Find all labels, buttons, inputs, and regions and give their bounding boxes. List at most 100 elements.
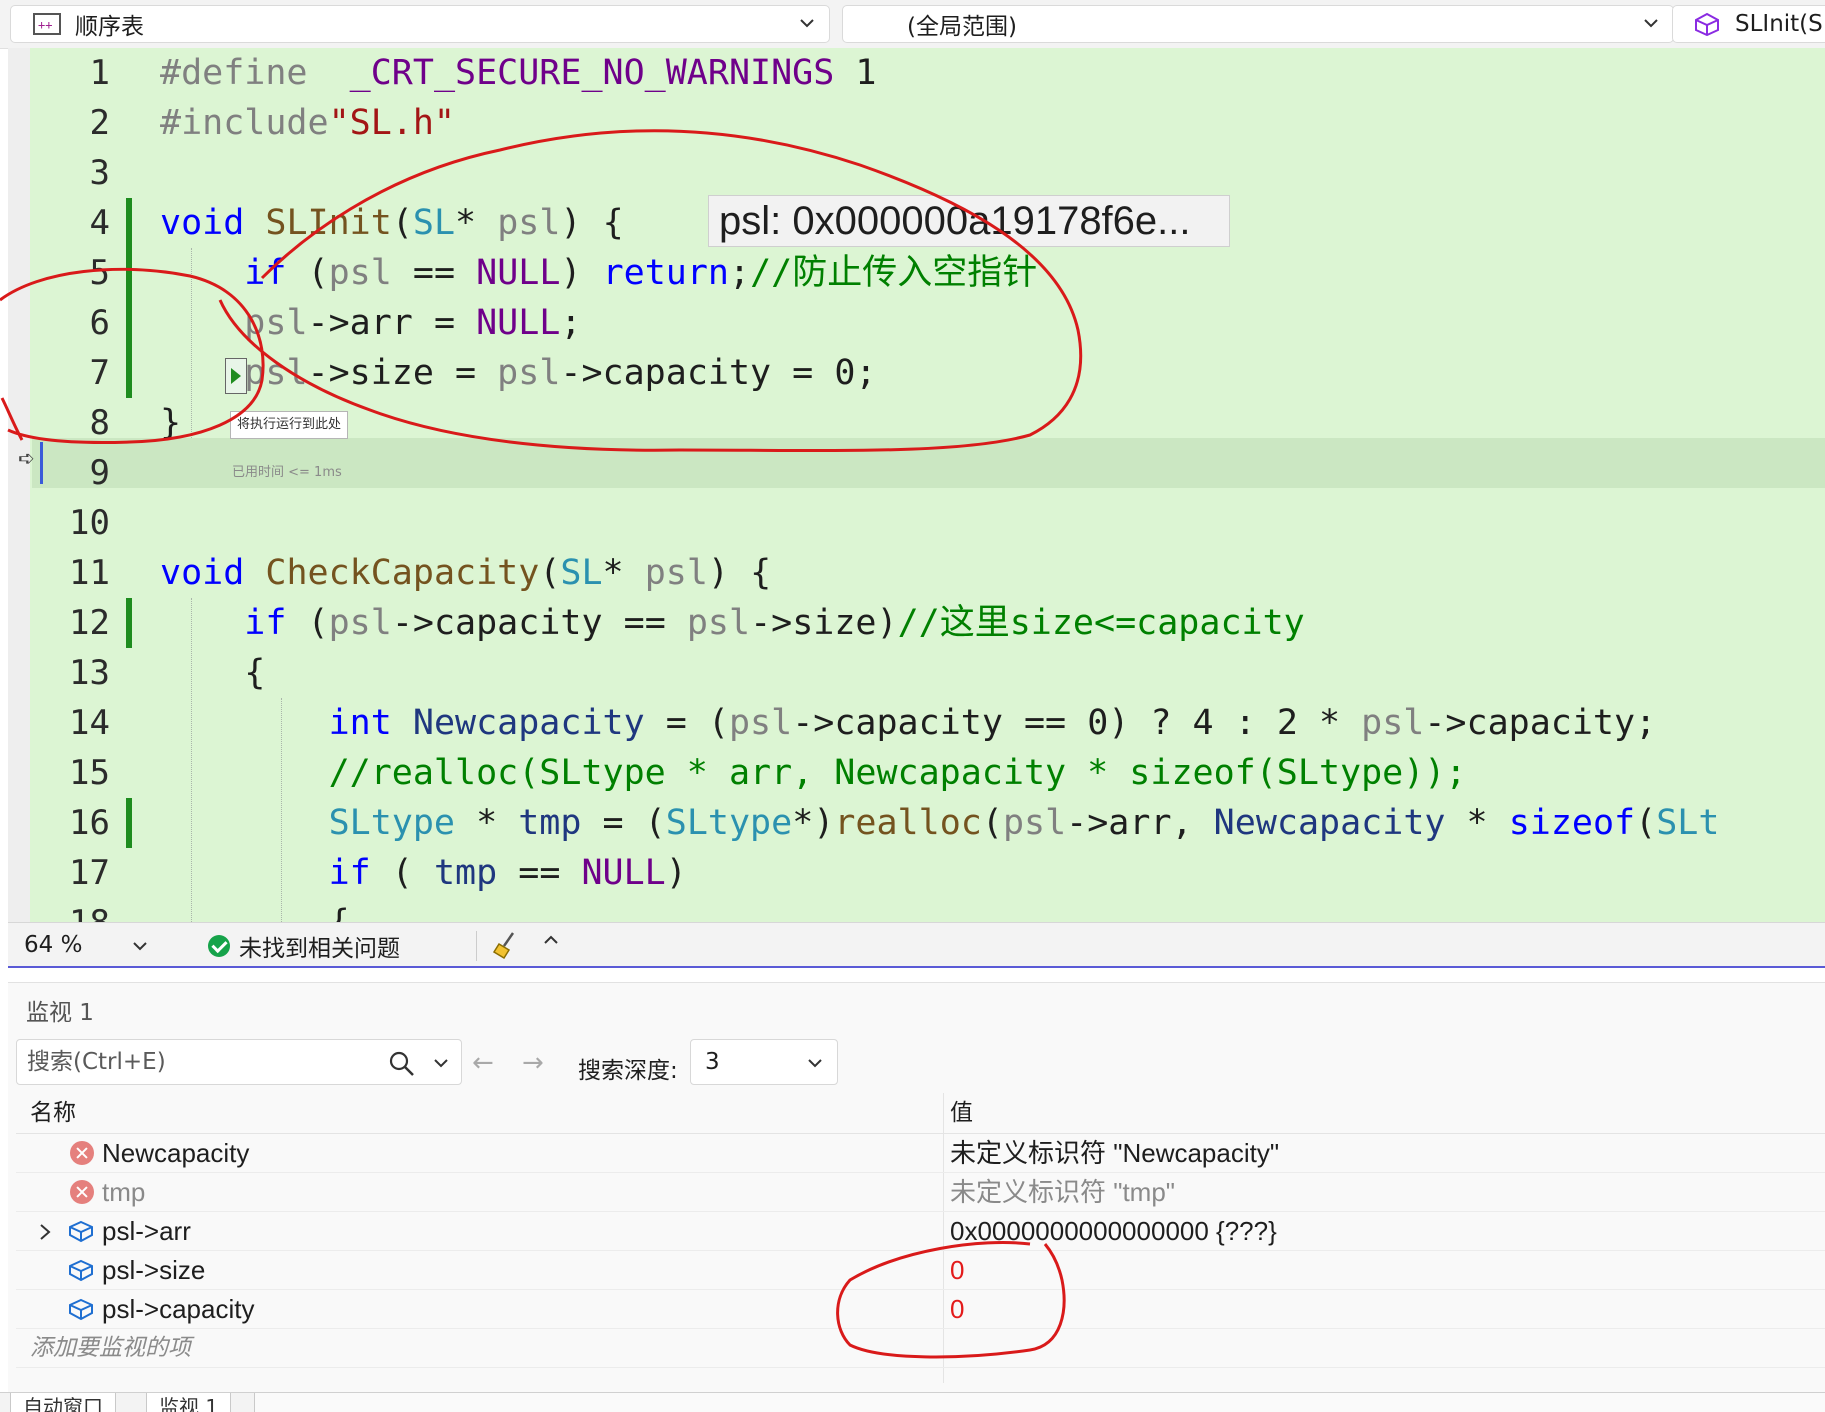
code-text: * [602, 553, 645, 593]
member-dropdown[interactable]: SLInit(SL [1672, 5, 1825, 43]
chevron-down-icon[interactable] [433, 1057, 449, 1069]
change-marker [126, 298, 132, 348]
datatip-psl[interactable]: psl: 0x000000a19178f6e... [708, 195, 1230, 247]
code-text: 1 [834, 53, 877, 93]
code-line[interactable]: 13 { [8, 648, 1825, 698]
elapsed-time-hint: 已用时间 <= 1ms [232, 465, 342, 480]
keyword: if [244, 253, 287, 293]
code-text: == [497, 853, 582, 893]
code-line[interactable]: 11 void CheckCapacity(SL* psl) { [8, 548, 1825, 598]
scope-name: (全局范围) [907, 14, 1017, 40]
watch-name[interactable]: tmp [102, 1173, 145, 1212]
parameter: psl [1002, 803, 1067, 843]
search-previous-arrow-icon[interactable]: ← [472, 1048, 494, 1078]
change-marker [126, 248, 132, 298]
code-text: == [391, 253, 477, 293]
tab-watch-1[interactable]: 监视 1 [146, 1393, 232, 1412]
project-dropdown[interactable]: ++ 顺序表 [10, 5, 830, 43]
code-text: ->capacity == 0) ? 4 : 2 * [792, 703, 1362, 743]
watch-value[interactable]: 0 [950, 1290, 964, 1329]
code-text: * [455, 203, 498, 243]
add-watch-placeholder[interactable]: 添加要监视的项 [30, 1329, 191, 1368]
code-line[interactable]: 7 psl->size = psl->capacity = 0; [8, 348, 1825, 398]
watch-value[interactable]: 未定义标识符 "Newcapacity" [950, 1134, 1279, 1173]
watch-row[interactable]: psl->capacity 0 [16, 1290, 1825, 1329]
chevron-down-icon [800, 19, 814, 28]
code-editor[interactable]: ➪ 1 #define _CRT_SECURE_NO_WARNINGS 1 2 … [8, 48, 1825, 922]
tab-autos[interactable]: 自动窗口 [10, 1393, 116, 1412]
search-next-arrow-icon[interactable]: → [522, 1048, 544, 1078]
watch-search-box[interactable] [16, 1039, 462, 1085]
code-area[interactable]: 1 #define _CRT_SECURE_NO_WARNINGS 1 2 #i… [8, 48, 1825, 922]
change-marker [126, 798, 132, 848]
watch-value[interactable]: 0 [950, 1251, 964, 1290]
type-name: SL [560, 553, 603, 593]
search-depth-dropdown[interactable]: 3 [690, 1039, 838, 1085]
code-line[interactable]: 2 #include"SL.h" [8, 98, 1825, 148]
column-header-value[interactable]: 值 [950, 1093, 973, 1133]
line-number: 14 [69, 703, 110, 743]
line-number: 1 [89, 53, 110, 93]
search-input[interactable] [27, 1046, 377, 1078]
line-number: 8 [89, 403, 110, 443]
watch-value[interactable]: 未定义标识符 "tmp" [950, 1173, 1175, 1212]
code-line[interactable]: 15 //realloc(SLtype * arr, Newcapacity *… [8, 748, 1825, 798]
code-line[interactable]: 16 SLtype * tmp = (SLtype*)realloc(psl->… [8, 798, 1825, 848]
svg-text:++: ++ [38, 18, 52, 32]
line-number: 11 [69, 553, 110, 593]
editor-status-bar: 64 % 未找到相关问题 [8, 922, 1825, 968]
code-text: ( [286, 253, 329, 293]
line-number: 10 [69, 503, 110, 543]
run-to-cursor-icon[interactable] [225, 358, 247, 394]
code-line[interactable]: 14 int Newcapacity = (psl->capacity == 0… [8, 698, 1825, 748]
watch-value[interactable]: 0x0000000000000000 {???} [950, 1212, 1277, 1251]
comment: //realloc(SLtype * arr, Newcapacity * si… [328, 753, 1467, 793]
add-watch-row[interactable]: 添加要监视的项 [16, 1329, 1825, 1368]
watch-row[interactable]: Newcapacity 未定义标识符 "Newcapacity" [16, 1134, 1825, 1173]
field-icon [69, 1259, 93, 1282]
column-header-name[interactable]: 名称 [30, 1093, 76, 1133]
watch-name[interactable]: psl->arr [102, 1212, 191, 1251]
code-text: ->size = [307, 353, 498, 393]
watch-name[interactable]: psl->size [102, 1251, 205, 1290]
code-line[interactable]: 18 { [8, 898, 1825, 922]
chevron-up-icon[interactable] [542, 933, 560, 947]
local-variable: tmp [433, 853, 498, 893]
issues-indicator[interactable]: 未找到相关问题 [208, 929, 400, 963]
code-text: ) { [707, 553, 772, 593]
preprocessor-directive: #include [160, 103, 329, 143]
code-text: ->arr = [307, 303, 477, 343]
code-text: ( [539, 553, 561, 593]
zoom-dropdown[interactable]: 64 % [14, 927, 162, 963]
code-line[interactable]: 3 [8, 148, 1825, 198]
scope-dropdown[interactable]: (全局范围) [842, 5, 1674, 43]
parameter: psl [328, 603, 392, 643]
line-number: 4 [89, 203, 110, 243]
code-line[interactable]: 17 if ( tmp == NULL) [8, 848, 1825, 898]
macro-name: NULL [476, 303, 561, 343]
local-variable: Newcapacity [1213, 803, 1446, 843]
watch-name[interactable]: psl->capacity [102, 1290, 254, 1329]
watch-row[interactable]: psl->size 0 [16, 1251, 1825, 1290]
watch-name[interactable]: Newcapacity [102, 1134, 249, 1173]
code-line[interactable]: 6 psl->arr = NULL; [8, 298, 1825, 348]
comment: //防止传入空指针 [750, 253, 1038, 293]
change-marker [126, 598, 132, 648]
watch-row[interactable]: tmp 未定义标识符 "tmp" [16, 1173, 1825, 1212]
code-cleanup-broom-icon[interactable] [491, 930, 521, 960]
code-line[interactable]: 12 if (psl->capacity == psl->size)//这里si… [8, 598, 1825, 648]
search-icon[interactable] [389, 1051, 415, 1077]
code-line[interactable]: 1 #define _CRT_SECURE_NO_WARNINGS 1 [8, 48, 1825, 98]
code-line[interactable]: 10 [8, 498, 1825, 548]
code-text: * [1445, 803, 1509, 843]
field-icon [69, 1220, 93, 1243]
code-line[interactable]: 5 if (psl == NULL) return;//防止传入空指针 [8, 248, 1825, 298]
chevron-right-icon[interactable] [38, 1222, 52, 1242]
tab-strip-fill [254, 1393, 1825, 1412]
watch-row[interactable]: psl->arr 0x0000000000000000 {???} [16, 1212, 1825, 1251]
